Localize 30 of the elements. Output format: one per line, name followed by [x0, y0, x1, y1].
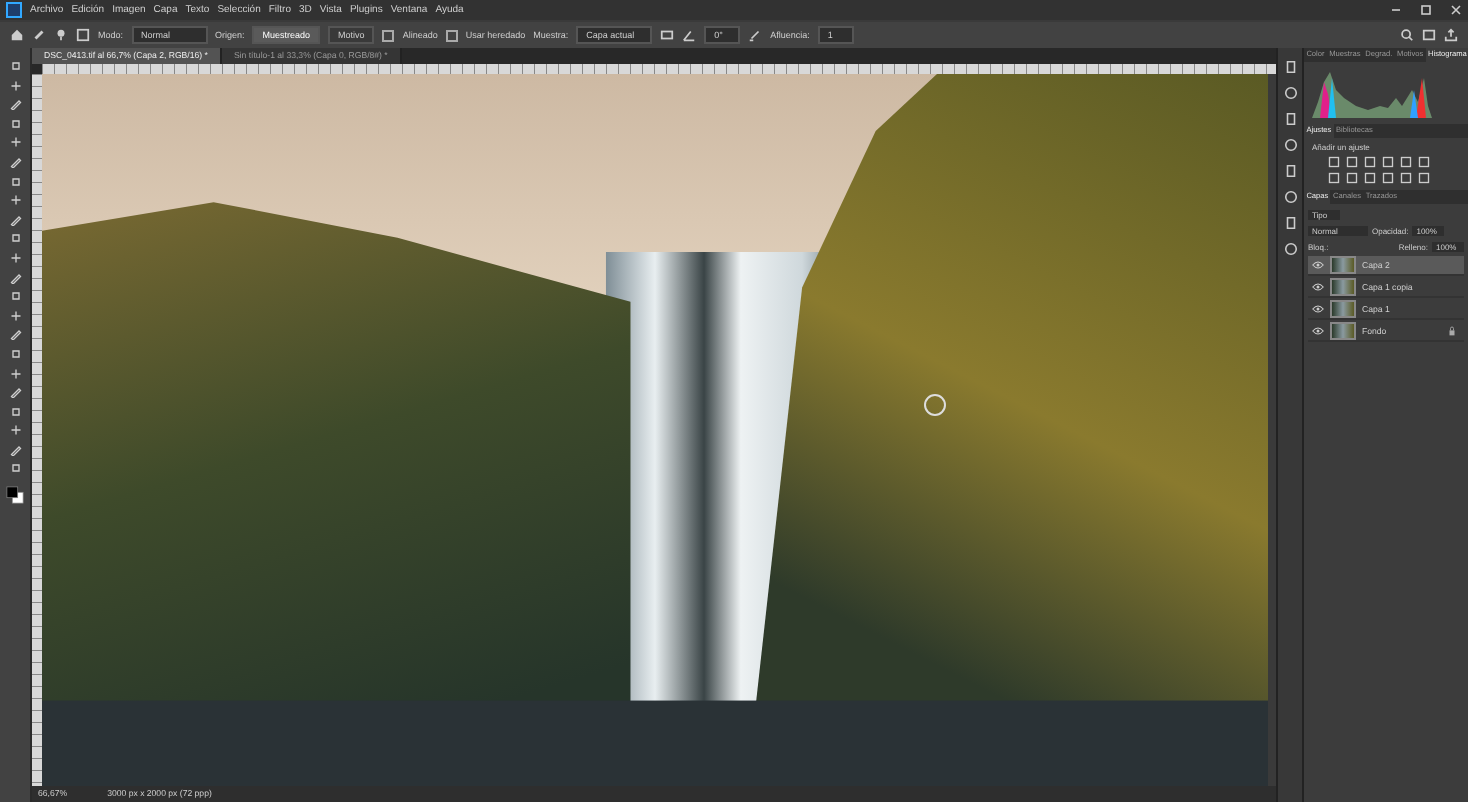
eye-icon[interactable]	[1312, 260, 1324, 270]
eye-icon[interactable]	[1312, 304, 1324, 314]
tool-icon[interactable]	[9, 424, 21, 437]
tool-icon[interactable]	[9, 136, 21, 149]
tool-icon[interactable]	[9, 367, 21, 379]
checkbox[interactable]	[445, 29, 458, 41]
layer-thumbnail	[1330, 322, 1356, 340]
search-icon[interactable]	[1400, 28, 1414, 42]
tool-icon[interactable]	[9, 251, 21, 264]
tool-icon[interactable]	[9, 194, 21, 207]
close-icon[interactable]	[1450, 4, 1462, 16]
color-swatches-icon[interactable]	[6, 486, 24, 505]
eye-icon[interactable]	[1312, 326, 1324, 336]
checkbox[interactable]	[382, 29, 395, 41]
minimize-icon[interactable]	[1390, 4, 1402, 16]
layer-thumbnail	[1330, 256, 1356, 274]
home-icon[interactable]	[10, 28, 24, 42]
brush-size-icon[interactable]	[54, 28, 68, 42]
scrollbar[interactable]	[1268, 74, 1276, 786]
restore-icon[interactable]	[1420, 4, 1432, 16]
angle-icon[interactable]	[682, 28, 697, 42]
tool-icon[interactable]	[9, 309, 21, 322]
share-icon[interactable]	[1444, 28, 1458, 42]
tool-icon[interactable]	[9, 79, 21, 92]
app-logo-icon	[6, 2, 22, 18]
layer-thumbnail	[1330, 300, 1356, 318]
brush-cursor-icon	[924, 394, 947, 417]
tool-icon[interactable]	[9, 60, 21, 72]
eye-icon[interactable]	[1312, 282, 1324, 292]
layer-thumbnail	[1330, 278, 1356, 296]
